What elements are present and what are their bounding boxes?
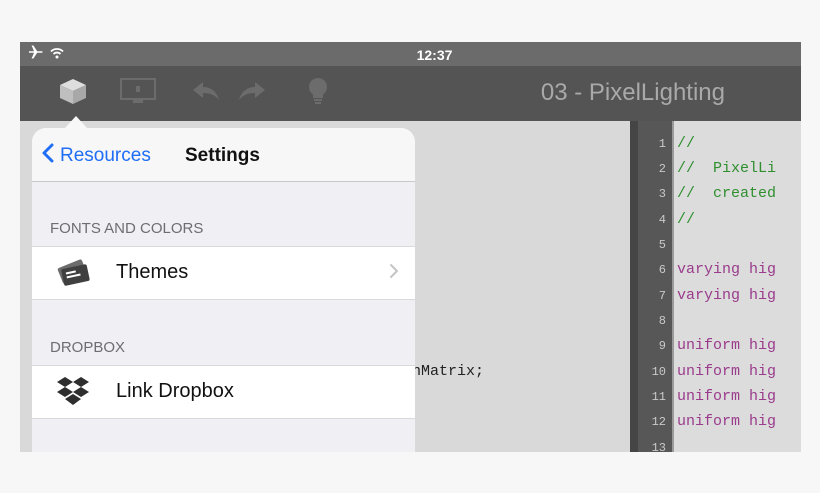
code-line: // created [677,185,777,202]
pane-divider[interactable] [630,121,638,452]
toolbar: 03 - PixelLighting [20,66,801,121]
line-number: 7 [658,289,666,303]
code-fragment: onMatrix; [403,363,485,380]
code-line: uniform hig [677,337,777,354]
dropbox-icon [54,376,92,408]
chevron-left-icon [42,143,54,169]
chevron-right-icon [389,263,399,284]
line-number: 12 [651,415,666,429]
code-line: // PixelLi [677,160,777,177]
link-dropbox-label: Link Dropbox [116,380,234,402]
ipad-screen: 12:37 03 - PixelLighting onMatrix; 1 2 3… [20,42,801,452]
monitor-icon[interactable] [120,76,156,106]
link-dropbox-cell[interactable]: Link Dropbox [32,365,415,419]
code-line: varying hig [677,261,777,278]
line-number: 10 [651,365,666,379]
line-number: 3 [658,187,666,201]
line-number-gutter: 1 2 3 4 5 6 7 8 9 10 11 12 13 [638,121,674,452]
line-number: 5 [658,238,666,252]
line-number: 9 [658,339,666,353]
popover-navbar: Resources Settings [32,128,415,182]
line-number: 1 [658,137,666,151]
line-number: 8 [658,314,666,328]
popover-title: Settings [185,145,260,166]
code-line: uniform hig [677,388,777,405]
undo-icon[interactable] [188,76,224,106]
line-number: 6 [658,263,666,277]
section-header: DROPBOX [50,339,126,356]
themes-cell[interactable]: Themes [32,246,415,300]
code-line: uniform hig [677,413,777,430]
clock-time: 12:37 [416,47,453,63]
line-number: 11 [651,390,666,404]
redo-icon[interactable] [234,76,270,106]
document-title: 03 - PixelLighting [540,79,725,106]
code-line: // [677,135,696,152]
code-line: // [677,211,696,228]
code-line: uniform hig [677,363,777,380]
line-number: 13 [651,441,666,452]
lightbulb-icon[interactable] [300,76,336,106]
themes-cards-icon [54,257,92,289]
back-button[interactable]: Resources [42,143,151,169]
line-number: 2 [658,162,666,176]
code-editor[interactable]: 1 2 3 4 5 6 7 8 9 10 11 12 13 // // Pixe… [638,121,801,452]
line-number: 4 [658,213,666,227]
status-bar: 12:37 [20,42,801,66]
code-line: varying hig [677,287,777,304]
settings-popover: Resources Settings FONTS AND COLORS Them… [32,128,415,452]
themes-label: Themes [116,261,189,283]
section-header: FONTS AND COLORS [50,220,204,237]
box-icon[interactable] [55,76,91,106]
back-label: Resources [60,145,151,166]
